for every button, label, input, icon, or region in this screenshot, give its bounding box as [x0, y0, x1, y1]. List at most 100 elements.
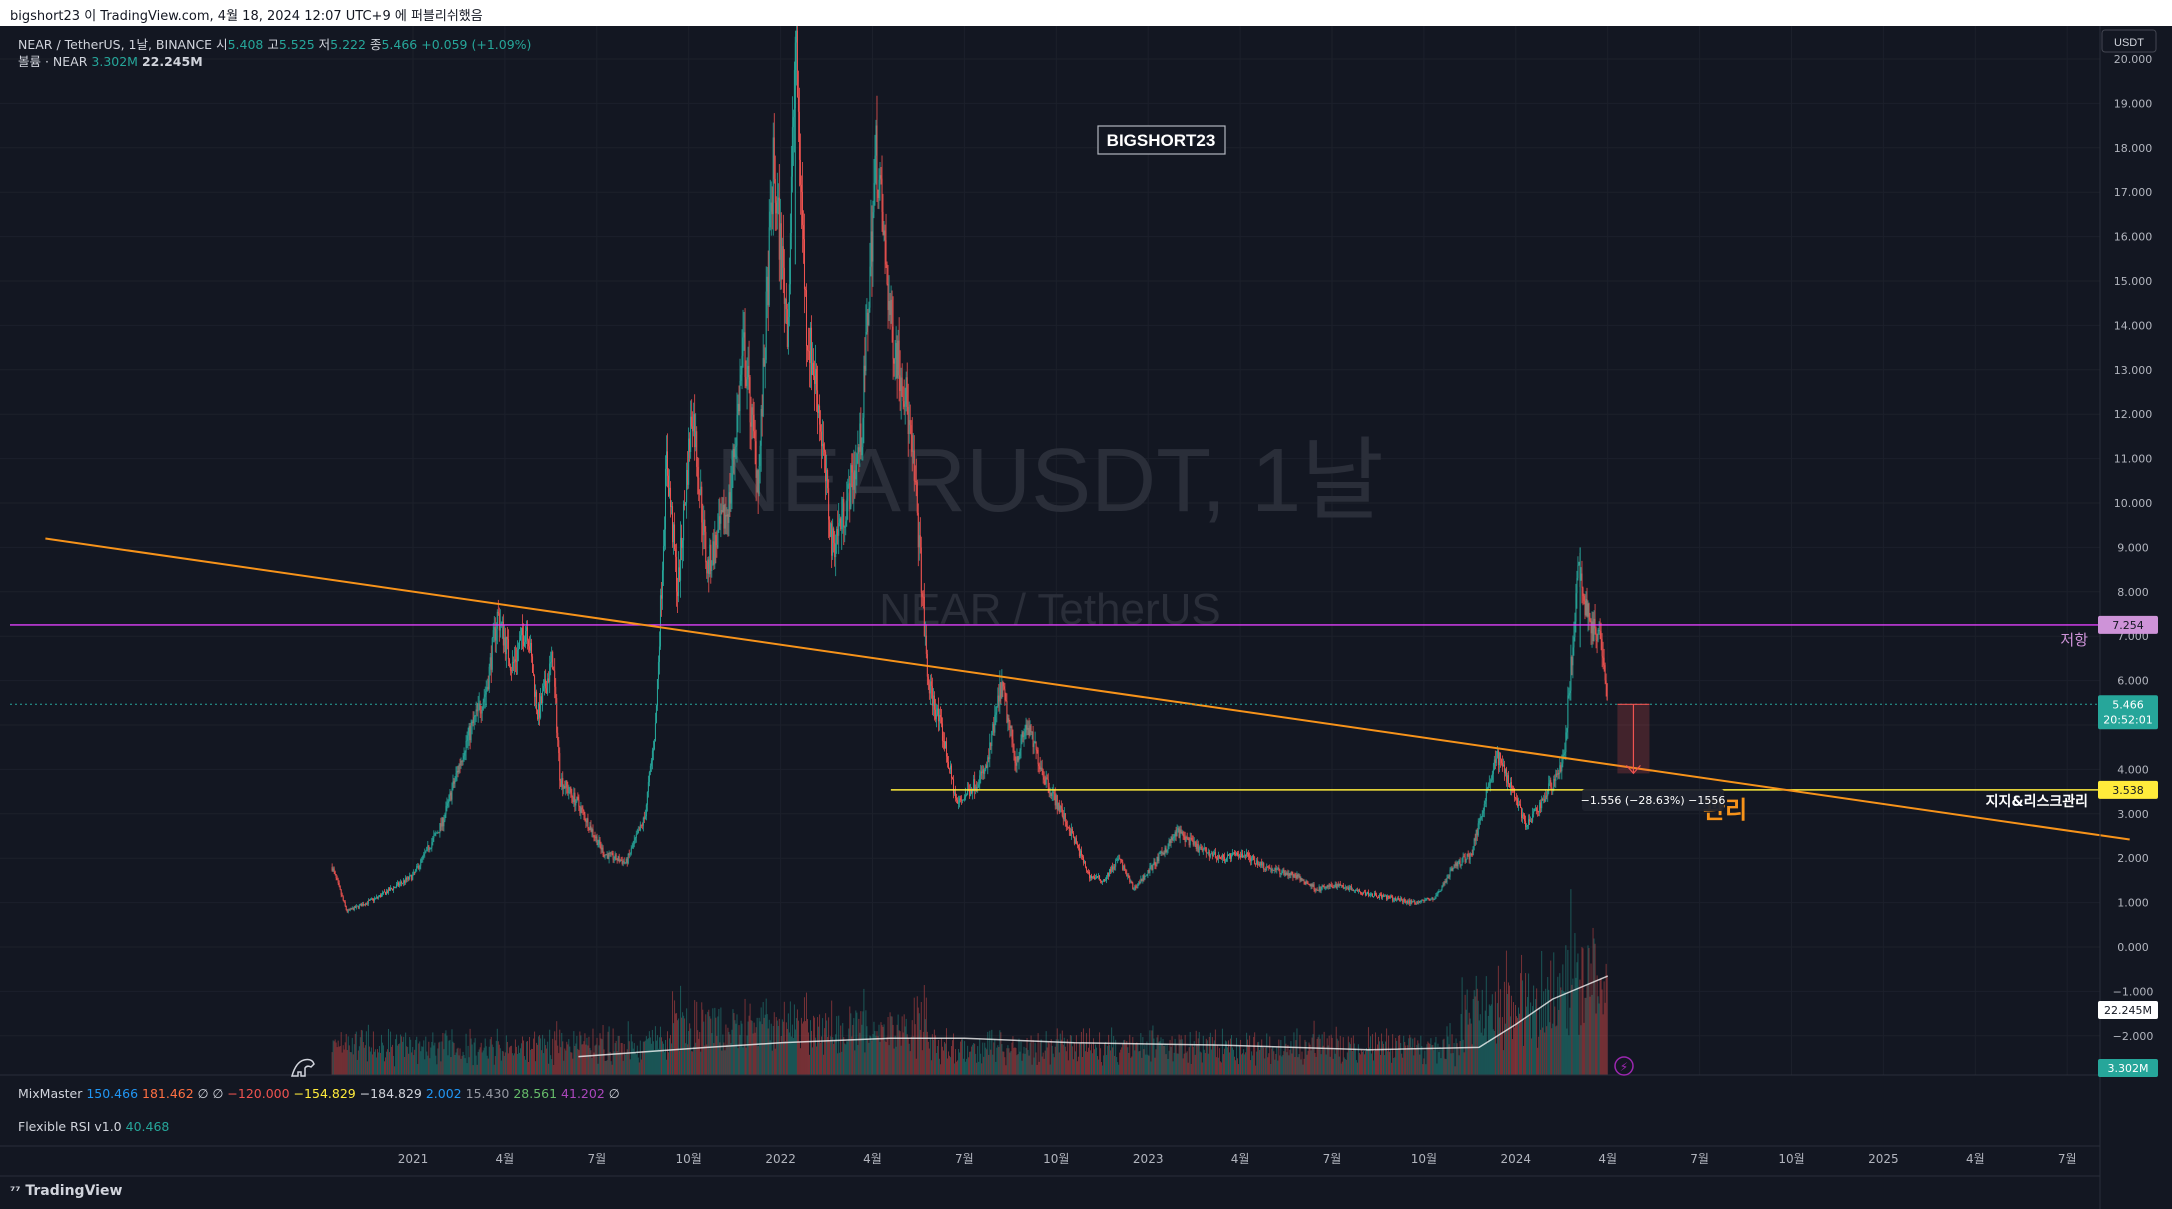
candle-body [711, 565, 713, 571]
volume-bar [1032, 1039, 1034, 1075]
candle-body [1296, 874, 1298, 879]
candle-body [491, 638, 493, 670]
candle-body [1097, 876, 1099, 878]
candle-body [930, 681, 932, 687]
volume-bar [1113, 1036, 1115, 1075]
volume-bar [537, 1044, 539, 1075]
candle-body [599, 839, 601, 846]
candle-body [1450, 868, 1452, 870]
candle-body [897, 340, 899, 378]
candle-body [640, 824, 642, 826]
candle-body [1493, 759, 1495, 770]
volume-bar [1051, 1045, 1053, 1075]
candle-body [547, 678, 549, 694]
volume-bar [1537, 1047, 1539, 1075]
volume-bar [1300, 1059, 1302, 1075]
volume-bar [362, 1042, 364, 1075]
candle-body [1234, 852, 1236, 854]
candle-body [462, 759, 464, 762]
candle-body [1225, 857, 1227, 861]
candle-body [1195, 842, 1197, 850]
candle-body [1368, 895, 1370, 896]
candle-body [991, 730, 993, 747]
candle-body [1128, 875, 1130, 878]
candle-body [672, 506, 674, 543]
candle-body [1479, 818, 1481, 821]
volume-bar [994, 1039, 996, 1075]
candle-body [908, 420, 910, 434]
volume-bar [484, 1038, 486, 1075]
trend-line[interactable] [45, 537, 2130, 841]
candle-body [1160, 851, 1162, 853]
candle-body [611, 852, 613, 854]
volume-bar [611, 1064, 613, 1075]
candle-body [698, 477, 700, 494]
candle-body [880, 175, 882, 179]
volume-bar [610, 1061, 612, 1075]
volume-bar [665, 1059, 667, 1075]
candle-body [481, 710, 483, 714]
volume-bar [1391, 1062, 1393, 1075]
candle-body [496, 611, 498, 629]
candlestick-chart[interactable]: NEARUSDT, 1날 NEAR / TetherUS 20.00019.00… [0, 26, 2172, 1209]
candle-body [788, 284, 790, 318]
volume-bar [1056, 1028, 1058, 1075]
volume-bar [897, 1014, 899, 1075]
volume-bar [1383, 1043, 1385, 1075]
price-axis[interactable]: 20.00019.00018.00017.00016.00015.00014.0… [2113, 53, 2154, 1043]
candle-body [811, 327, 813, 375]
volume-bar [1596, 975, 1598, 1075]
candle-body [960, 798, 962, 800]
candle-body [1027, 728, 1029, 730]
candle-body [767, 276, 769, 306]
volume-bar [404, 1056, 406, 1075]
candle-body [994, 714, 996, 733]
volume-bar [1155, 1049, 1157, 1075]
mixmaster-legend[interactable]: MixMaster 150.466 181.462 ∅ ∅ −120.000 −… [18, 1086, 620, 1101]
candle-body [604, 854, 606, 857]
candle-body [793, 70, 795, 118]
volume-bar [1486, 1043, 1488, 1075]
dino-icon[interactable] [291, 1058, 315, 1077]
volume-bar [737, 1048, 739, 1075]
candle-body [1393, 899, 1395, 901]
chart-area[interactable]: NEARUSDT, 1날 NEAR / TetherUS 20.000 19.00… [0, 26, 2172, 1209]
volume-bar [491, 1044, 493, 1075]
candle-body [518, 640, 520, 650]
volume-bar [1235, 1060, 1237, 1075]
volume-legend[interactable]: 볼륨 · NEAR 3.302M 22.245M [18, 51, 203, 70]
time-axis[interactable]: 2021 4월 7월 10월 2022 4월 7월 10월 2023 4월 7월 10월 2024 4월 7… [398, 1152, 2077, 1166]
volume-bar [1445, 1059, 1447, 1075]
candle-body [1540, 802, 1542, 809]
candle-body [605, 854, 607, 856]
volume-bar [930, 1060, 932, 1075]
candle-body [891, 299, 893, 327]
volume-bar [841, 1051, 843, 1075]
tradingview-logo[interactable]: ⁷⁷ TradingView [10, 1183, 122, 1199]
volume-bar [629, 1059, 631, 1075]
volume-bar [812, 1047, 814, 1075]
lightning-icon[interactable]: ⚡ [1614, 1056, 1634, 1076]
candle-body [1008, 718, 1010, 722]
candle-body [1597, 630, 1599, 641]
currency-button[interactable]: USDT [2101, 29, 2157, 53]
volume-bar [1474, 996, 1476, 1075]
candle-body [1274, 868, 1276, 871]
candle-body [378, 895, 380, 897]
candle-body [1529, 819, 1531, 822]
volume-bar [522, 1040, 524, 1075]
volume-bar [880, 1022, 882, 1075]
rsi-legend[interactable]: Flexible RSI v1.0 40.468 [18, 1119, 169, 1134]
author-tag-box[interactable]: BIGSHORT23 [1097, 125, 1226, 155]
volume-bar [618, 1035, 620, 1075]
volume-bar [421, 1046, 423, 1075]
candle-body [1079, 850, 1081, 857]
volume-bar [927, 1041, 929, 1075]
candle-body [1495, 758, 1497, 763]
volume-bar [512, 1055, 514, 1075]
candle-body [1252, 855, 1254, 858]
candle-body [996, 705, 998, 713]
candle-body [1480, 816, 1482, 819]
candle-body [1023, 735, 1025, 737]
price-range-measure[interactable] [1617, 703, 1650, 775]
